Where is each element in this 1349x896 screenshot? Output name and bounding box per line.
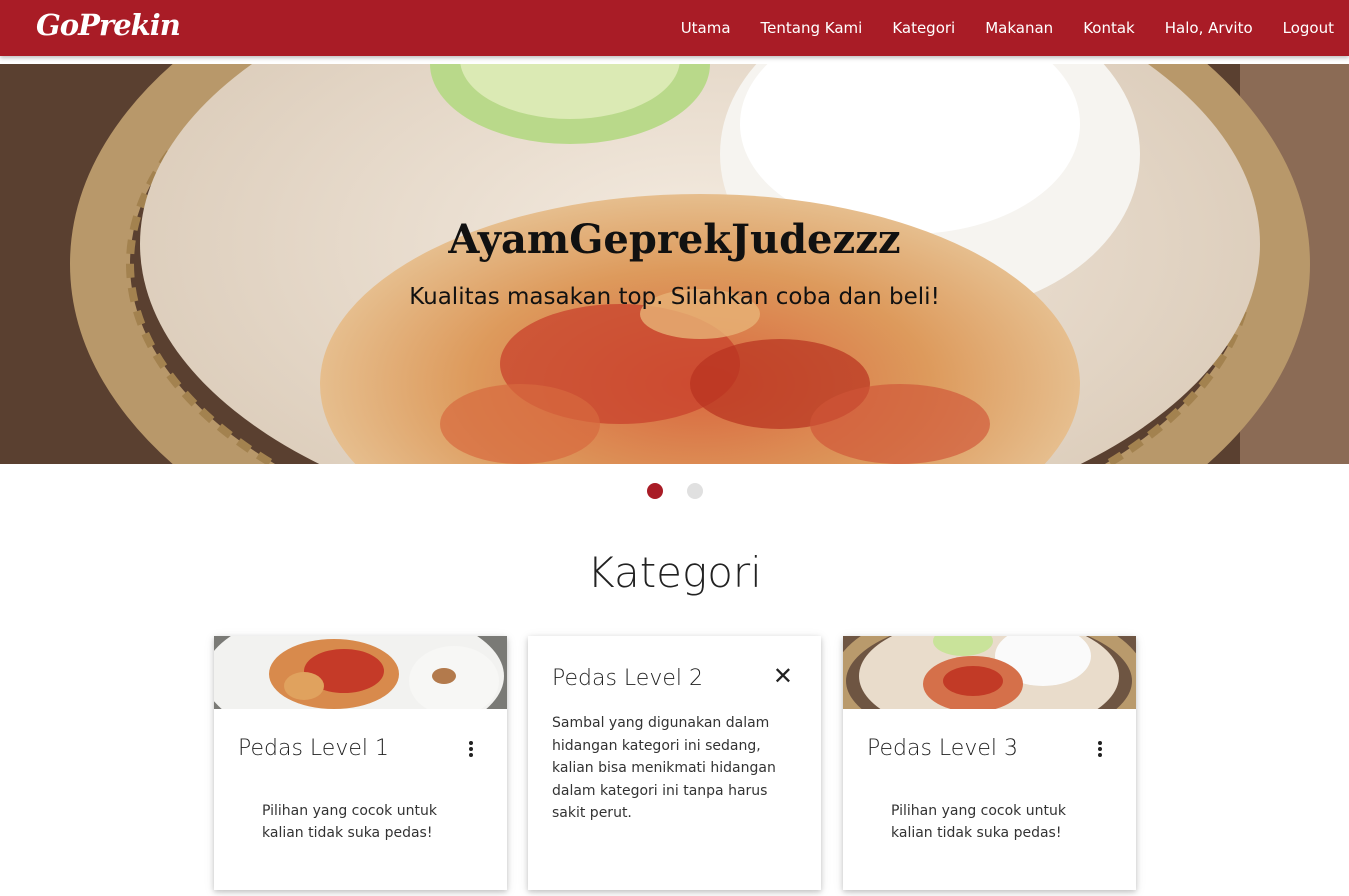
nav-item-utama[interactable]: Utama bbox=[681, 19, 731, 37]
nav-item-user-greeting[interactable]: Halo, Arvito bbox=[1165, 19, 1253, 37]
hero-food-image bbox=[0, 64, 1349, 464]
nav-item-kategori[interactable]: Kategori bbox=[892, 19, 955, 37]
hero-subtitle: Kualitas masakan top. Silahkan coba dan … bbox=[409, 284, 940, 310]
category-card-level-2[interactable]: Pedas Level 2 ✕ Sambal yang digunakan da… bbox=[528, 636, 821, 890]
card-description: Pilihan yang cocok untuk kalian tidak su… bbox=[262, 803, 437, 841]
nav-item-kontak[interactable]: Kontak bbox=[1083, 19, 1135, 37]
top-navbar: GoPrekin Utama Tentang Kami Kategori Mak… bbox=[0, 0, 1349, 56]
card-food-image[interactable] bbox=[843, 636, 1136, 709]
section-title-kategori: Kategori bbox=[587, 548, 762, 597]
nav-item-logout[interactable]: Logout bbox=[1283, 19, 1334, 37]
card-reveal-title: Pedas Level 2 bbox=[552, 666, 703, 691]
carousel-dot-1[interactable] bbox=[646, 483, 663, 499]
category-card-level-1[interactable]: Pedas Level 1 Pilihan yang cocok untuk k… bbox=[214, 636, 507, 890]
close-icon[interactable]: ✕ bbox=[773, 664, 793, 688]
card-title[interactable]: Pedas Level 3 bbox=[867, 736, 1018, 761]
card-reveal-description: Sambal yang digunakan dalam hidangan kat… bbox=[552, 715, 776, 821]
hero-title: AyamGeprekJudezzz bbox=[448, 216, 901, 263]
category-card-level-3[interactable]: Pedas Level 3 Pilihan yang cocok untuk k… bbox=[843, 636, 1136, 890]
more-vert-icon[interactable] bbox=[1094, 740, 1106, 760]
brand-logo[interactable]: GoPrekin bbox=[36, 8, 181, 42]
nav-item-makanan[interactable]: Makanan bbox=[985, 19, 1053, 37]
nav-links: Utama Tentang Kami Kategori Makanan Kont… bbox=[681, 0, 1334, 56]
carousel-dot-2[interactable] bbox=[686, 483, 703, 499]
card-title[interactable]: Pedas Level 1 bbox=[238, 736, 389, 761]
card-food-image[interactable] bbox=[214, 636, 507, 709]
carousel-indicators bbox=[0, 483, 1349, 499]
more-vert-icon[interactable] bbox=[465, 740, 477, 760]
hero-carousel[interactable]: AyamGeprekJudezzz Kualitas masakan top. … bbox=[0, 64, 1349, 464]
card-description: Pilihan yang cocok untuk kalian tidak su… bbox=[891, 803, 1066, 841]
nav-item-tentang-kami[interactable]: Tentang Kami bbox=[761, 19, 863, 37]
